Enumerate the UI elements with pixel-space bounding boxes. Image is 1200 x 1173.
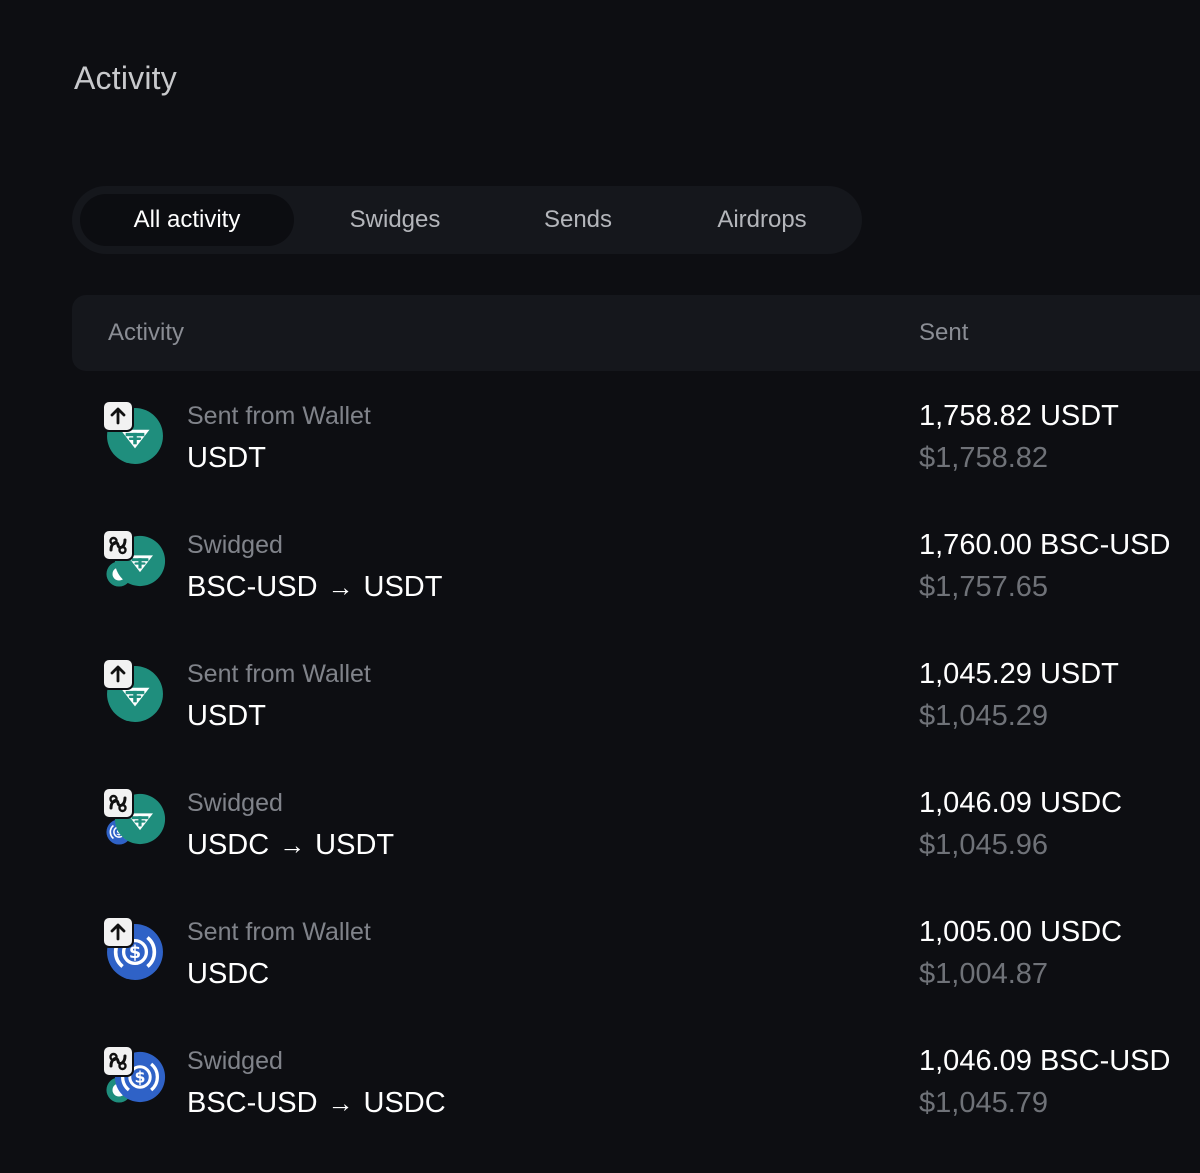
upload-arrow-icon xyxy=(102,916,134,948)
activity-type-label: Sent from Wallet xyxy=(187,402,371,430)
sent-usd-value: $1,045.29 xyxy=(919,700,1049,732)
from-token: USDT xyxy=(187,442,266,474)
sent-amount: 1,005.00 USDC xyxy=(919,916,1123,948)
sent-amount: 1,045.29 USDT xyxy=(919,658,1119,690)
activity-icon-group: $ xyxy=(102,787,168,861)
sent-usd-value: $1,045.96 xyxy=(919,829,1049,861)
column-header-sent: Sent xyxy=(919,319,969,346)
sent-amount: 1,760.00 BSC-USD xyxy=(919,529,1171,561)
arrow-right-icon: → xyxy=(327,1088,354,1118)
to-token: USDC xyxy=(363,1087,446,1119)
activity-row[interactable]: $ Swidged USDC → USDT 1,046.09 USDC $1,045.96 xyxy=(0,787,1200,915)
activity-icon-group: $ xyxy=(102,1045,168,1119)
swidge-icon xyxy=(102,787,134,819)
sent-amount: 1,758.82 USDT xyxy=(919,400,1119,432)
tab-sends[interactable]: Sends xyxy=(504,194,652,246)
from-token: USDC xyxy=(187,829,270,861)
upload-arrow-icon xyxy=(102,400,134,432)
activity-type-label: Swidged xyxy=(187,1047,283,1075)
sent-usd-value: $1,004.87 xyxy=(919,958,1049,990)
activity-row[interactable]: $ Swidged BSC-USD → USDC 1,046.09 BSC-USD $1,… xyxy=(0,1045,1200,1173)
table-header: Activity Sent xyxy=(72,295,1200,371)
activity-icon-group xyxy=(102,529,168,603)
sent-amount: 1,046.09 BSC-USD xyxy=(919,1045,1171,1077)
sent-usd-value: $1,045.79 xyxy=(919,1087,1049,1119)
token-pair: USDC xyxy=(187,958,269,991)
tab-swidges[interactable]: Swidges xyxy=(316,194,474,246)
token-pair: USDT xyxy=(187,442,266,475)
activity-icon-group xyxy=(102,658,168,732)
activity-row[interactable]: Sent from Wallet USDT 1,758.82 USDT $1,758.… xyxy=(0,400,1200,528)
tab-all-activity[interactable]: All activity xyxy=(80,194,294,246)
activity-row[interactable]: Sent from Wallet USDT 1,045.29 USDT $1,045.… xyxy=(0,658,1200,786)
activity-icon-group: $ xyxy=(102,916,168,990)
arrow-right-icon: → xyxy=(327,572,354,602)
token-pair: USDC → USDT xyxy=(187,829,394,862)
activity-type-label: Sent from Wallet xyxy=(187,918,371,946)
sent-usd-value: $1,758.82 xyxy=(919,442,1049,474)
to-token: USDT xyxy=(363,571,443,603)
from-token: BSC-USD xyxy=(187,571,318,603)
activity-type-label: Sent from Wallet xyxy=(187,660,371,688)
tab-airdrops[interactable]: Airdrops xyxy=(686,194,838,246)
activity-icon-group xyxy=(102,400,168,474)
activity-type-label: Swidged xyxy=(187,531,283,559)
column-header-activity: Activity xyxy=(108,319,185,346)
from-token: USDC xyxy=(187,958,270,990)
sent-amount: 1,046.09 USDC xyxy=(919,787,1123,819)
to-token: USDT xyxy=(315,829,395,861)
activity-type-label: Swidged xyxy=(187,789,283,817)
sent-usd-value: $1,757.65 xyxy=(919,571,1049,603)
token-pair: BSC-USD → USDC xyxy=(187,1087,446,1120)
page-title: Activity xyxy=(74,60,177,96)
swidge-icon xyxy=(102,1045,134,1077)
from-token: USDT xyxy=(187,700,266,732)
upload-arrow-icon xyxy=(102,658,134,690)
swidge-icon xyxy=(102,529,134,561)
token-pair: BSC-USD → USDT xyxy=(187,571,442,604)
svg-text:$: $ xyxy=(135,1068,146,1087)
activity-tabs: All activity Swidges Sends Airdrops xyxy=(72,186,862,254)
activity-row[interactable]: Swidged BSC-USD → USDT 1,760.00 BSC-USD $1,75… xyxy=(0,529,1200,657)
from-token: BSC-USD xyxy=(187,1087,318,1119)
token-pair: USDT xyxy=(187,700,266,733)
arrow-right-icon: → xyxy=(279,830,306,860)
activity-row[interactable]: $ Sent from Wallet USDC 1,005.00 USDC $1,00… xyxy=(0,916,1200,1044)
